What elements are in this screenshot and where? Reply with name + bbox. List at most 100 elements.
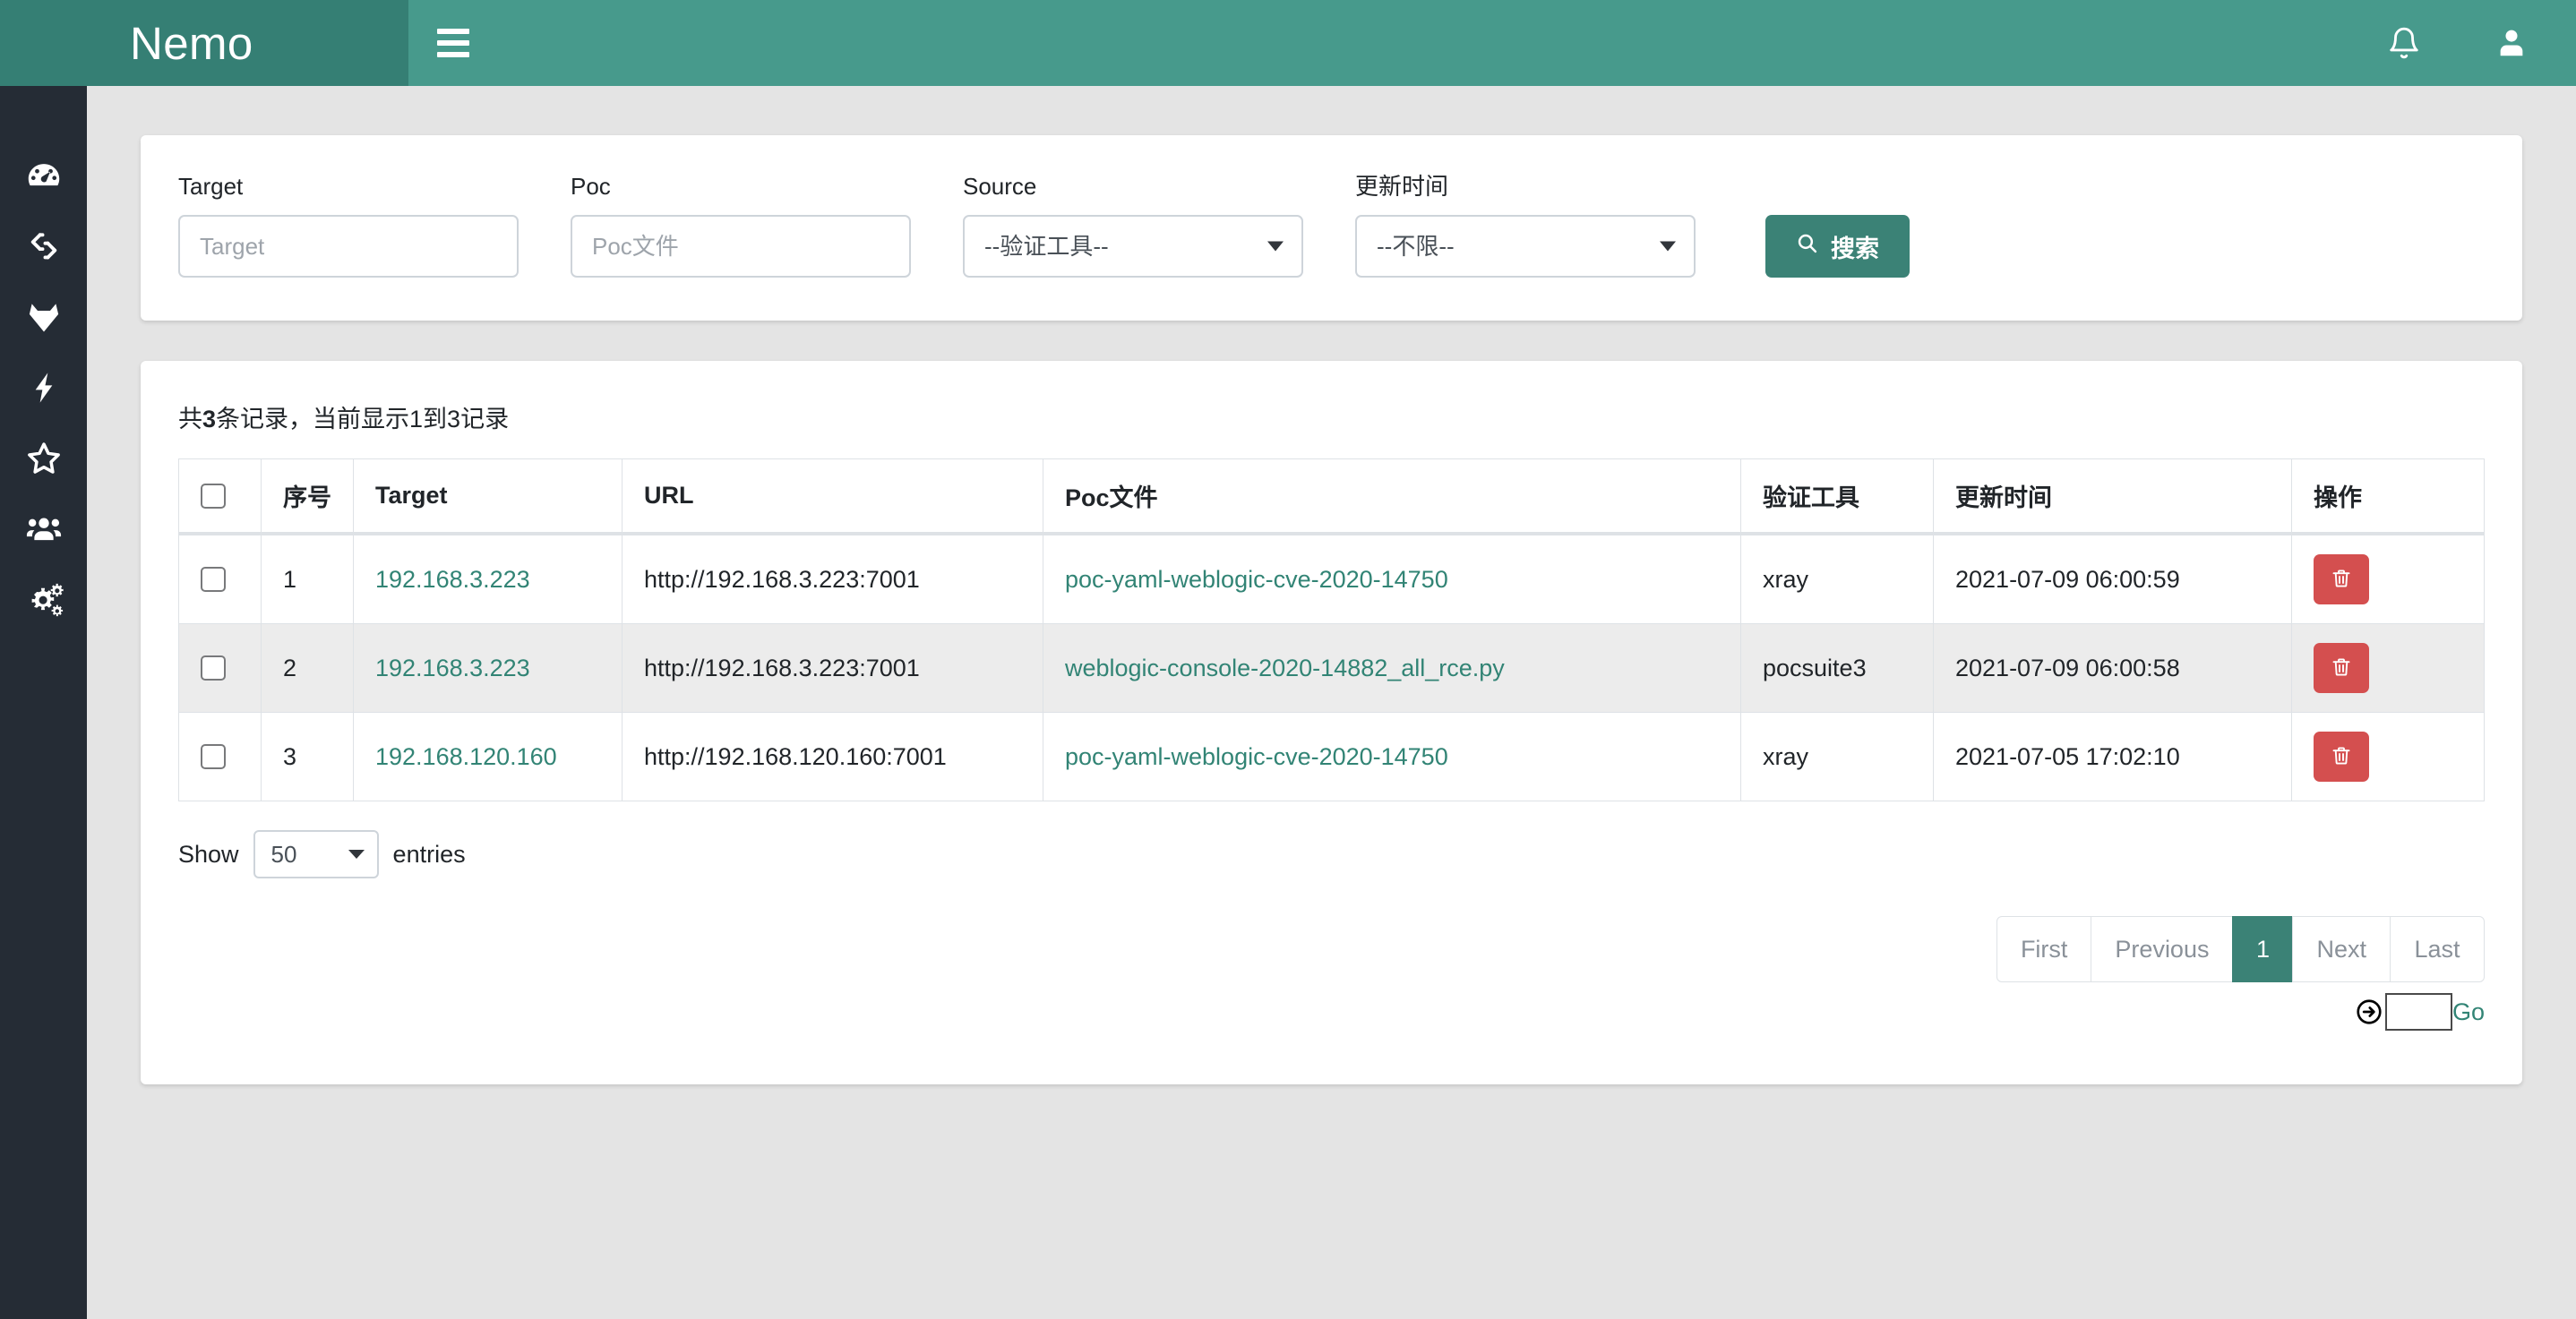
field-target: Target bbox=[178, 173, 519, 278]
select-all-checkbox[interactable] bbox=[201, 484, 226, 509]
row-url: http://192.168.120.160:7001 bbox=[623, 713, 1043, 801]
main-content: Target Poc Source --验证工具-- 更新时间 bbox=[87, 86, 2576, 1319]
star-icon bbox=[24, 439, 64, 478]
hamburger-bar bbox=[437, 29, 469, 34]
column-header-time: 更新时间 bbox=[1934, 459, 2292, 535]
row-index: 2 bbox=[262, 624, 354, 713]
row-actions bbox=[2292, 624, 2485, 713]
row-checkbox[interactable] bbox=[201, 744, 226, 769]
search-input[interactable] bbox=[178, 215, 519, 278]
sidebar-item-vulnerability[interactable] bbox=[0, 352, 87, 423]
user-icon[interactable] bbox=[2469, 0, 2555, 86]
goto-page-control: Go bbox=[2355, 993, 2485, 1031]
row-index: 3 bbox=[262, 713, 354, 801]
row-target: 192.168.120.160 bbox=[354, 713, 623, 801]
brand-title: Nemo bbox=[130, 21, 253, 66]
row-select-cell bbox=[179, 534, 262, 624]
target-link[interactable]: 192.168.120.160 bbox=[375, 743, 557, 770]
poc-link[interactable]: poc-yaml-weblogic-cve-2020-14750 bbox=[1065, 566, 1448, 593]
column-header-tool: 验证工具 bbox=[1741, 459, 1934, 535]
search-panel: Target Poc Source --验证工具-- 更新时间 bbox=[141, 135, 2522, 321]
search-form: Target Poc Source --验证工具-- 更新时间 bbox=[178, 173, 2485, 278]
code-brackets-icon bbox=[24, 227, 64, 266]
sidebar bbox=[0, 86, 87, 1319]
row-actions bbox=[2292, 713, 2485, 801]
updated-time-select[interactable]: --不限-- bbox=[1355, 215, 1696, 278]
record-prefix: 共 bbox=[178, 406, 202, 433]
pagination-next[interactable]: Next bbox=[2292, 916, 2391, 982]
row-checkbox[interactable] bbox=[201, 567, 226, 592]
poc-link[interactable]: poc-yaml-weblogic-cve-2020-14750 bbox=[1065, 743, 1448, 770]
hamburger-icon[interactable] bbox=[408, 0, 498, 86]
table-row: 3 192.168.120.160 http://192.168.120.160… bbox=[179, 713, 2485, 801]
row-url: http://192.168.3.223:7001 bbox=[623, 534, 1043, 624]
sidebar-item-favorites[interactable] bbox=[0, 423, 87, 493]
source-select[interactable]: --验证工具-- bbox=[963, 215, 1303, 278]
arrow-circle-right-icon[interactable] bbox=[2355, 998, 2383, 1026]
pagination-previous[interactable]: Previous bbox=[2091, 916, 2233, 982]
row-checkbox[interactable] bbox=[201, 655, 226, 681]
pagination-area: First Previous 1 Next Last Go bbox=[178, 916, 2485, 1031]
pagination-page-1[interactable]: 1 bbox=[2232, 916, 2293, 982]
search-button[interactable]: 搜索 bbox=[1765, 215, 1910, 278]
dashboard-tachometer-icon bbox=[24, 156, 64, 195]
entries-label: entries bbox=[393, 841, 466, 869]
target-link[interactable]: 192.168.3.223 bbox=[375, 655, 530, 681]
fox-head-icon bbox=[24, 297, 64, 337]
results-table: 序号 Target URL Poc文件 验证工具 更新时间 操作 1 192. bbox=[178, 458, 2485, 801]
row-tool: pocsuite3 bbox=[1741, 624, 1934, 713]
table-body: 1 192.168.3.223 http://192.168.3.223:700… bbox=[179, 534, 2485, 801]
sidebar-item-dashboard[interactable] bbox=[0, 140, 87, 210]
cogs-icon bbox=[23, 580, 64, 620]
updated-select-wrap: --不限-- bbox=[1355, 215, 1696, 278]
sidebar-item-code[interactable] bbox=[0, 210, 87, 281]
table-header-row: 序号 Target URL Poc文件 验证工具 更新时间 操作 bbox=[179, 459, 2485, 535]
delete-button[interactable] bbox=[2314, 732, 2369, 782]
delete-button[interactable] bbox=[2314, 554, 2369, 604]
field-poc: Poc bbox=[571, 173, 911, 278]
column-header-poc: Poc文件 bbox=[1043, 459, 1741, 535]
pagination-last[interactable]: Last bbox=[2390, 916, 2485, 982]
label-source: Source bbox=[963, 173, 1303, 201]
show-label: Show bbox=[178, 841, 239, 869]
trash-icon bbox=[2331, 655, 2352, 681]
record-total: 3 bbox=[202, 406, 216, 433]
row-time: 2021-07-05 17:02:10 bbox=[1934, 713, 2292, 801]
column-header-select-all bbox=[179, 459, 262, 535]
row-target: 192.168.3.223 bbox=[354, 624, 623, 713]
record-suffix: 条记录，当前显示1到3记录 bbox=[216, 406, 509, 433]
sidebar-item-organization[interactable] bbox=[0, 493, 87, 564]
row-tool: xray bbox=[1741, 713, 1934, 801]
poc-input[interactable] bbox=[571, 215, 911, 278]
search-button-label: 搜索 bbox=[1831, 229, 1879, 264]
hamburger-bar bbox=[437, 40, 469, 46]
bell-icon[interactable] bbox=[2361, 0, 2447, 86]
delete-button[interactable] bbox=[2314, 643, 2369, 693]
sidebar-item-fingerprint[interactable] bbox=[0, 281, 87, 352]
hamburger-bar bbox=[437, 52, 469, 57]
trash-icon bbox=[2331, 567, 2352, 593]
row-url: http://192.168.3.223:7001 bbox=[623, 624, 1043, 713]
field-source: Source --验证工具-- bbox=[963, 173, 1303, 278]
pagination: First Previous 1 Next Last bbox=[1996, 916, 2485, 982]
row-poc: weblogic-console-2020-14882_all_rce.py bbox=[1043, 624, 1741, 713]
brand-block: Nemo bbox=[0, 0, 408, 86]
row-index: 1 bbox=[262, 534, 354, 624]
sidebar-item-settings[interactable] bbox=[0, 564, 87, 635]
row-select-cell bbox=[179, 713, 262, 801]
table-length-controls: Show 50 entries bbox=[178, 830, 2485, 878]
poc-link[interactable]: weblogic-console-2020-14882_all_rce.py bbox=[1065, 655, 1505, 681]
goto-link[interactable]: Go bbox=[2452, 998, 2485, 1026]
row-time: 2021-07-09 06:00:59 bbox=[1934, 534, 2292, 624]
row-select-cell bbox=[179, 624, 262, 713]
label-poc: Poc bbox=[571, 173, 911, 201]
pagination-first[interactable]: First bbox=[1996, 916, 2091, 982]
trash-icon bbox=[2331, 744, 2352, 770]
table-row: 2 192.168.3.223 http://192.168.3.223:700… bbox=[179, 624, 2485, 713]
users-icon bbox=[23, 510, 64, 549]
row-tool: xray bbox=[1741, 534, 1934, 624]
row-actions bbox=[2292, 534, 2485, 624]
target-link[interactable]: 192.168.3.223 bbox=[375, 566, 530, 593]
goto-page-input[interactable] bbox=[2385, 993, 2452, 1031]
page-length-select[interactable]: 50 bbox=[253, 830, 379, 878]
